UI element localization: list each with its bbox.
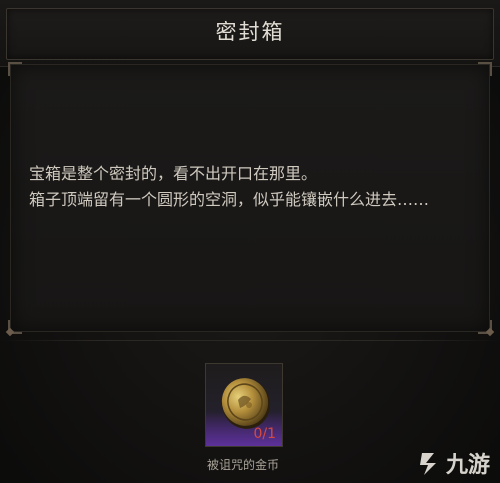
- item-description: 宝箱是整个密封的，看不出开口在那里。 箱子顶端留有一个圆形的空洞，似乎能镶嵌什么…: [29, 164, 430, 209]
- description-panel: 宝箱是整个密封的，看不出开口在那里。 箱子顶端留有一个圆形的空洞，似乎能镶嵌什么…: [5, 62, 495, 337]
- corner-gem: [485, 327, 495, 337]
- jiuyou-logo-icon: [419, 453, 436, 475]
- required-item-name: 被诅咒的金币: [206, 458, 279, 472]
- page-title: 密封箱: [215, 20, 285, 44]
- cursed-gold-coin-icon: [216, 372, 276, 432]
- watermark-text: 九游: [445, 453, 490, 478]
- divider: [0, 340, 500, 341]
- required-item-slot[interactable]: 0/1: [205, 363, 283, 447]
- item-count: 0/1: [253, 426, 276, 442]
- corner-ornament: [8, 62, 22, 76]
- watermark: 九游: [416, 447, 490, 479]
- sealed-box-screen: 密封箱 宝箱是整个密封的，看不出开口在那里。 箱子顶端留有一个圆形的空洞，似乎能…: [0, 0, 500, 483]
- header-bar: 密封箱: [0, 0, 500, 67]
- corner-ornament: [478, 62, 492, 76]
